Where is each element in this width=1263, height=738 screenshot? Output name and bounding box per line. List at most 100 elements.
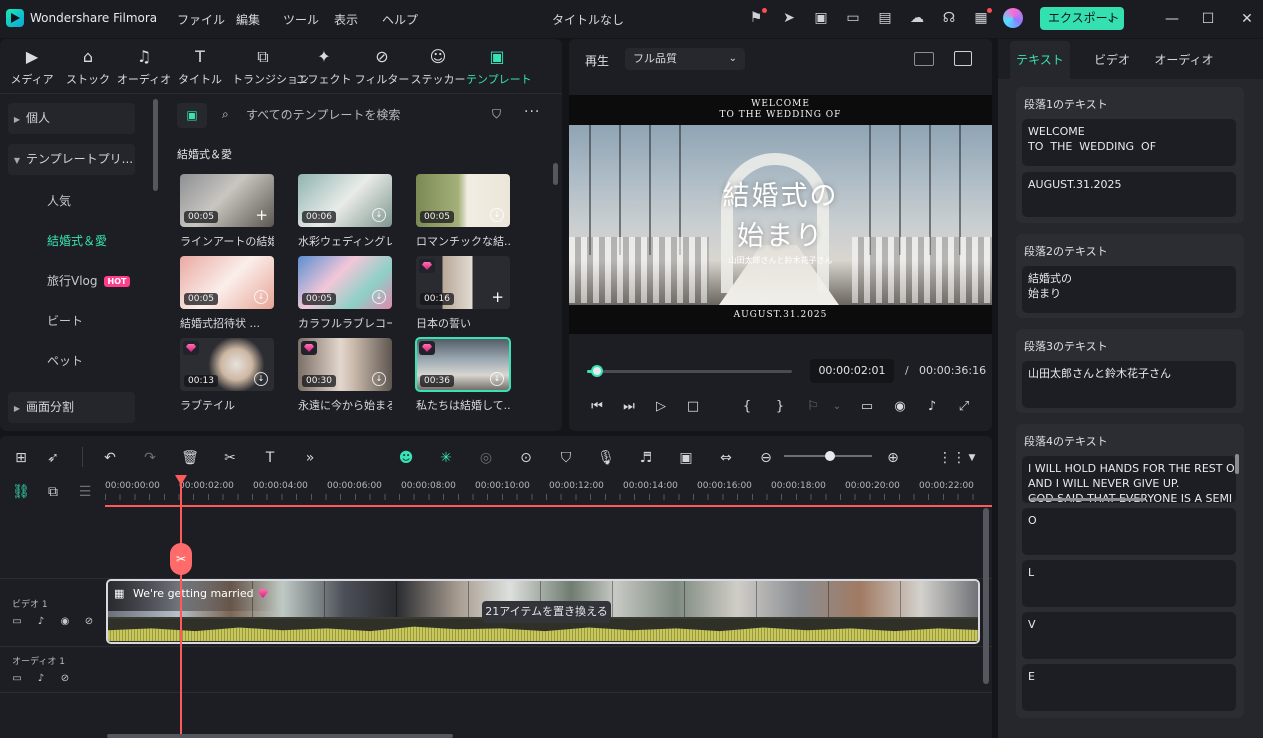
filter-icon[interactable]: ⛉ — [492, 107, 501, 122]
sidebar-item-travel-vlog[interactable]: 旅行Vlog HOT — [47, 272, 131, 289]
tab-effects[interactable]: ✦ エフェクト — [296, 39, 352, 91]
maximize-icon[interactable]: ☐ — [1198, 9, 1218, 29]
text-field[interactable]: AUGUST.31.2025 — [1022, 172, 1236, 217]
shield-icon[interactable]: ⛉ — [556, 448, 576, 468]
camera-icon[interactable]: ◉ — [890, 398, 910, 416]
sidebar-item-popular[interactable]: 人気 — [47, 192, 71, 209]
folder-icon[interactable]: ▭ — [10, 615, 24, 629]
sidebar-item-pet[interactable]: ペット — [47, 352, 83, 369]
eye-icon[interactable]: ◉ — [58, 615, 72, 629]
next-frame-icon[interactable]: ⏭ — [619, 398, 639, 416]
mute-track-icon[interactable]: ⊘ — [58, 672, 72, 686]
scissors-icon[interactable]: ✂ — [220, 448, 240, 468]
zoom-out-icon[interactable]: ⊖ — [756, 448, 776, 468]
undo-icon[interactable]: ↶ — [100, 448, 120, 468]
add-track-icon[interactable]: ⧉ — [43, 482, 63, 502]
layout-icon[interactable]: ▭ — [844, 9, 862, 27]
timeline-hscrollbar[interactable] — [107, 734, 453, 738]
text-field[interactable]: WELCOME TO THE WEDDING OF — [1022, 119, 1236, 166]
tab-audio[interactable]: ♫ オーディオ — [116, 39, 172, 91]
add-icon[interactable]: + — [255, 208, 268, 223]
template-icon[interactable]: ▣ — [812, 9, 830, 27]
playback-scrubber[interactable] — [591, 365, 603, 377]
link-icon[interactable]: ⛓ — [11, 482, 31, 502]
stop-icon[interactable]: □ — [683, 398, 703, 416]
ai-assistant-icon[interactable]: ☻ — [396, 448, 416, 468]
text-field-hscrollbar[interactable] — [1030, 498, 1145, 501]
text-tool-icon[interactable]: T — [260, 448, 280, 468]
mute-track-icon[interactable]: ⊘ — [82, 615, 96, 629]
template-card[interactable]: 00:30 ↓ 永遠に今から始まる — [298, 338, 392, 413]
timeline-vscrollbar[interactable] — [983, 508, 989, 684]
text-field[interactable]: 結婚式の 始まり — [1022, 266, 1236, 313]
download-icon[interactable]: ↓ — [254, 290, 268, 304]
sidebar-item-template-presets[interactable]: ▼ テンプレートプリ... — [8, 144, 135, 175]
text-field[interactable]: I WILL HOLD HANDS FOR THE REST OF AND I … — [1022, 456, 1236, 503]
template-card-selected[interactable]: 00:36 ↓ 私たちは結婚して... — [415, 337, 511, 413]
text-field[interactable]: E — [1022, 664, 1236, 711]
playhead[interactable] — [180, 477, 182, 738]
sidebar-scrollbar[interactable] — [153, 99, 158, 191]
quality-select[interactable]: フル品質 ⌄ — [625, 48, 745, 70]
menu-file[interactable]: ファイル — [177, 11, 225, 28]
tab-video[interactable]: ビデオ — [1082, 41, 1142, 79]
sidebar-item-split-screen[interactable]: ▶ 画面分割 — [8, 392, 135, 423]
replace-items-button[interactable]: 21アイテムを置き換える — [482, 601, 611, 623]
zoom-slider-knob[interactable] — [825, 451, 835, 461]
snap-icon[interactable]: ✳ — [436, 448, 456, 468]
tab-media[interactable]: ▶ メディア — [4, 39, 60, 91]
download-icon[interactable]: ↓ — [490, 372, 504, 386]
playback-progress-track[interactable] — [587, 370, 792, 373]
play-icon[interactable]: ▷ — [651, 398, 671, 416]
download-icon[interactable]: ↓ — [372, 290, 386, 304]
tab-text[interactable]: テキスト — [1010, 41, 1070, 79]
template-library-button[interactable]: ▣ — [177, 103, 207, 128]
download-icon[interactable]: ↓ — [372, 208, 386, 222]
marker-flag-icon[interactable]: ⚐ — [803, 398, 823, 416]
template-card[interactable]: 00:05+ ラインアートの結婚... — [180, 174, 274, 249]
sidebar-item-wedding[interactable]: 結婚式＆愛 — [47, 232, 107, 249]
template-card[interactable]: 00:05↓ カラフルラブレコードホ — [298, 256, 392, 331]
template-card[interactable]: 00:05 ↓ ロマンチックな結... — [416, 174, 510, 249]
template-card[interactable]: 00:05 ↓ 結婚式招待状 ... — [180, 256, 274, 331]
grid-view-icon[interactable]: ⋮⋮ — [938, 448, 966, 468]
menu-view[interactable]: 表示 — [334, 11, 358, 28]
more-options-icon[interactable]: ··· — [524, 104, 540, 120]
text-field[interactable]: 山田太郎さんと鈴木花子さん — [1022, 361, 1236, 408]
zoom-in-icon[interactable]: ⊕ — [883, 448, 903, 468]
user-avatar[interactable] — [1003, 8, 1023, 28]
mark-in-icon[interactable]: { — [737, 398, 757, 416]
download-icon[interactable]: ↓ — [254, 372, 268, 386]
display-settings-icon[interactable]: ▭ — [857, 398, 877, 416]
volume-icon[interactable]: ♪ — [34, 615, 48, 629]
download-icon[interactable]: ↓ — [372, 372, 386, 386]
template-search-input[interactable] — [246, 104, 466, 126]
headset-icon[interactable]: ☊ — [940, 9, 958, 27]
template-card[interactable]: 00:13 ↓ ラブテイル — [180, 338, 274, 413]
template-grid-scrollbar[interactable] — [553, 163, 558, 185]
select-cursor-icon[interactable]: ➶ — [43, 448, 63, 468]
menu-tools[interactable]: ツール — [283, 11, 319, 28]
tab-title[interactable]: T タイトル — [172, 39, 228, 91]
tab-sticker[interactable]: ☺ ステッカー — [410, 39, 466, 91]
text-field[interactable]: L — [1022, 560, 1236, 607]
track-manager-icon[interactable]: ☰ — [75, 482, 95, 502]
audio-list-icon[interactable]: ♬ — [636, 448, 656, 468]
more-tools-icon[interactable]: » — [300, 448, 320, 468]
tab-audio-props[interactable]: オーディオ — [1154, 41, 1214, 79]
gift-icon[interactable]: ⚑ — [747, 8, 767, 27]
volume-icon[interactable]: ♪ — [34, 672, 48, 686]
tab-stock[interactable]: ⌂ ストック — [60, 39, 116, 91]
save-icon[interactable]: ▤ — [876, 9, 894, 27]
template-card[interactable]: 00:06↓ 水彩ウェディングレ... — [298, 174, 392, 249]
ai-camera-icon[interactable]: ◎ — [476, 448, 496, 468]
compare-view-icon[interactable] — [914, 52, 934, 66]
tab-template[interactable]: ▣ テンプレート — [466, 39, 532, 91]
scissors-icon[interactable]: ✂ — [170, 543, 192, 575]
folder-icon[interactable]: ▭ — [10, 672, 24, 686]
volume-icon[interactable]: ♪ — [922, 398, 942, 416]
chevron-down-icon[interactable]: ⌄ — [827, 398, 847, 416]
tab-transition[interactable]: ⧉ トランジション — [232, 39, 309, 91]
layout-grid-icon[interactable]: ⊞ — [11, 448, 31, 468]
menu-edit[interactable]: 編集 — [236, 11, 260, 28]
